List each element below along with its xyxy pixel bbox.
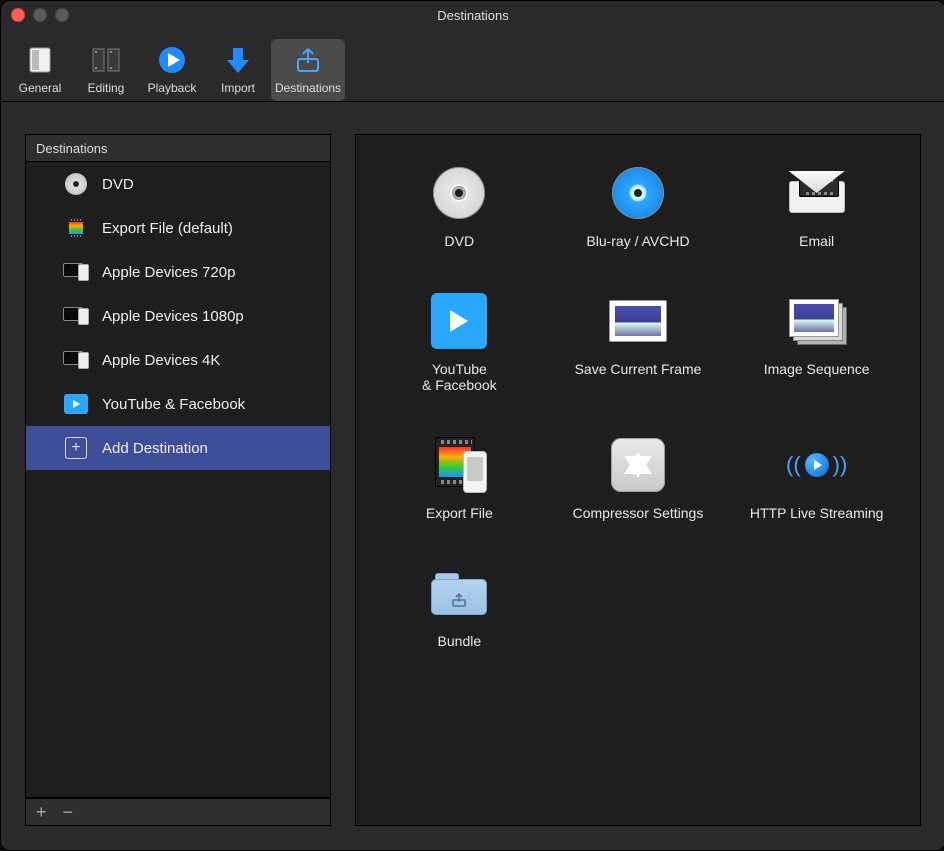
destination-templates-panel: DVD Blu-ray / AVCHD Email YouTube & Face… [355, 134, 921, 826]
sidebar-item-label: YouTube & Facebook [102, 396, 245, 413]
content: Destinations DVD Export File (default) A… [1, 102, 944, 850]
sidebar-item-apple-4k[interactable]: Apple Devices 4K [26, 338, 330, 382]
devices-icon [62, 349, 90, 371]
dvd-icon [429, 163, 489, 223]
devices-icon [62, 261, 90, 283]
tab-label: General [19, 81, 62, 95]
template-label: HTTP Live Streaming [750, 505, 884, 521]
destinations-sidebar: Destinations DVD Export File (default) A… [25, 134, 331, 826]
remove-button[interactable]: − [63, 803, 74, 821]
image-sequence-icon [787, 291, 847, 351]
template-compressor-settings[interactable]: Compressor Settings [555, 435, 722, 521]
destinations-icon [291, 43, 325, 77]
sidebar-item-apple-1080p[interactable]: Apple Devices 1080p [26, 294, 330, 338]
destination-grid: DVD Blu-ray / AVCHD Email YouTube & Face… [376, 163, 900, 649]
editing-icon [89, 43, 123, 77]
template-save-current-frame[interactable]: Save Current Frame [555, 291, 722, 393]
sidebar-footer: + − [25, 798, 331, 826]
tab-import[interactable]: Import [205, 39, 271, 101]
add-icon: + [62, 437, 90, 459]
sidebar-item-label: Apple Devices 720p [102, 264, 235, 281]
template-label: Email [799, 233, 834, 249]
preferences-window: Destinations General Editing Playback [0, 0, 944, 851]
frame-icon [608, 291, 668, 351]
template-label: Blu-ray / AVCHD [586, 233, 689, 249]
template-label: DVD [445, 233, 475, 249]
hls-icon: (()) [787, 435, 847, 495]
template-label: Image Sequence [764, 361, 870, 377]
close-window-button[interactable] [11, 8, 25, 22]
tab-label: Destinations [275, 81, 341, 95]
template-dvd[interactable]: DVD [376, 163, 543, 249]
sidebar-item-youtube-facebook[interactable]: YouTube & Facebook [26, 382, 330, 426]
sidebar-header: Destinations [25, 134, 331, 162]
template-email[interactable]: Email [733, 163, 900, 249]
sidebar-item-export-file[interactable]: Export File (default) [26, 206, 330, 250]
template-label: Bundle [438, 633, 482, 649]
template-label: Save Current Frame [575, 361, 702, 377]
template-label: Compressor Settings [573, 505, 704, 521]
sidebar-item-apple-720p[interactable]: Apple Devices 720p [26, 250, 330, 294]
sidebar-item-dvd[interactable]: DVD [26, 162, 330, 206]
sidebar-item-label: Export File (default) [102, 220, 233, 237]
minimize-window-button[interactable] [33, 8, 47, 22]
playback-icon [155, 43, 189, 77]
template-export-file[interactable]: Export File [376, 435, 543, 521]
titlebar: Destinations [1, 1, 944, 29]
template-bluray[interactable]: Blu-ray / AVCHD [555, 163, 722, 249]
sidebar-item-label: Add Destination [102, 440, 208, 457]
devices-icon [62, 305, 90, 327]
preferences-toolbar: General Editing Playback Import Destinat [1, 29, 944, 102]
tab-general[interactable]: General [7, 39, 73, 101]
tab-label: Editing [88, 81, 125, 95]
film-icon [62, 217, 90, 239]
template-bundle[interactable]: Bundle [376, 563, 543, 649]
add-button[interactable]: + [36, 803, 47, 821]
sidebar-item-add-destination[interactable]: + Add Destination [26, 426, 330, 470]
youtube-facebook-icon [62, 393, 90, 415]
import-icon [221, 43, 255, 77]
bundle-folder-icon [429, 563, 489, 623]
tab-destinations[interactable]: Destinations [271, 39, 345, 101]
disc-icon [62, 173, 90, 195]
export-file-icon [429, 435, 489, 495]
bluray-icon [608, 163, 668, 223]
youtube-facebook-icon [429, 291, 489, 351]
window-title: Destinations [437, 8, 509, 23]
template-youtube-facebook[interactable]: YouTube & Facebook [376, 291, 543, 393]
tab-label: Playback [148, 81, 197, 95]
compressor-icon [608, 435, 668, 495]
sidebar-item-label: Apple Devices 4K [102, 352, 220, 369]
tab-label: Import [221, 81, 255, 95]
tab-editing[interactable]: Editing [73, 39, 139, 101]
zoom-window-button[interactable] [55, 8, 69, 22]
sidebar-item-label: Apple Devices 1080p [102, 308, 244, 325]
template-http-live-streaming[interactable]: (()) HTTP Live Streaming [733, 435, 900, 521]
general-icon [23, 43, 57, 77]
email-icon [787, 163, 847, 223]
template-image-sequence[interactable]: Image Sequence [733, 291, 900, 393]
template-label: Export File [426, 505, 493, 521]
sidebar-item-label: DVD [102, 176, 134, 193]
window-controls [11, 8, 69, 22]
tab-playback[interactable]: Playback [139, 39, 205, 101]
sidebar-list: DVD Export File (default) Apple Devices … [25, 162, 331, 798]
template-label: YouTube & Facebook [422, 361, 497, 393]
